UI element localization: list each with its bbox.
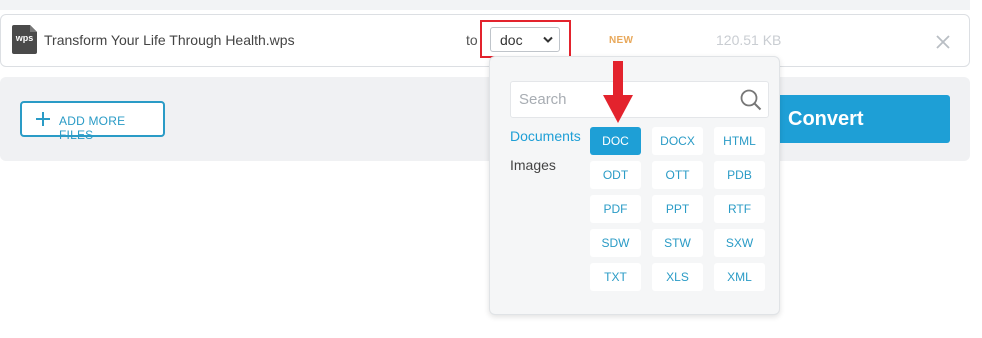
- add-more-files-label: ADD MORE FILES: [59, 114, 126, 142]
- new-badge: NEW: [609, 35, 634, 46]
- actions-panel: ADD MORE FILES Convert: [0, 77, 970, 161]
- format-option-pdf[interactable]: PDF: [590, 195, 641, 223]
- format-option-html[interactable]: HTML: [714, 127, 765, 155]
- format-select-value: doc: [500, 32, 523, 48]
- format-option-xls[interactable]: XLS: [652, 263, 703, 291]
- category-images[interactable]: Images: [510, 157, 556, 173]
- format-option-docx[interactable]: DOCX: [652, 127, 703, 155]
- format-option-doc[interactable]: DOC: [590, 127, 641, 155]
- format-dropdown: Documents Images DOC DOCX HTML ODT OTT PDB PDF…: [489, 56, 780, 315]
- format-search: [510, 81, 769, 118]
- file-size: 120.51 KB: [716, 32, 782, 48]
- top-strip: [0, 0, 970, 10]
- format-option-ppt[interactable]: PPT: [652, 195, 703, 223]
- format-option-txt[interactable]: TXT: [590, 263, 641, 291]
- convert-button[interactable]: Convert: [775, 95, 950, 143]
- wps-file-icon: wps: [12, 25, 37, 54]
- add-more-files-button[interactable]: ADD MORE FILES: [20, 101, 165, 142]
- red-arrow-annotation: [603, 61, 633, 123]
- format-option-sdw[interactable]: SDW: [590, 229, 641, 257]
- close-icon[interactable]: [936, 35, 950, 49]
- chevron-down-icon: [543, 36, 553, 43]
- convert-label: Convert: [788, 108, 864, 130]
- format-option-rtf[interactable]: RTF: [714, 195, 765, 223]
- format-option-pdb[interactable]: PDB: [714, 161, 765, 189]
- file-row: wps Transform Your Life Through Health.w…: [0, 14, 970, 67]
- format-option-sxw[interactable]: SXW: [714, 229, 765, 257]
- format-option-ott[interactable]: OTT: [652, 161, 703, 189]
- format-select[interactable]: doc: [490, 27, 560, 52]
- file-name: Transform Your Life Through Health.wps: [44, 32, 295, 48]
- category-documents[interactable]: Documents: [510, 128, 581, 144]
- plus-icon: [36, 112, 50, 126]
- format-option-xml[interactable]: XML: [714, 263, 765, 291]
- format-option-stw[interactable]: STW: [652, 229, 703, 257]
- search-icon[interactable]: [740, 89, 762, 111]
- to-label: to: [466, 32, 478, 48]
- file-icon-label: wps: [15, 33, 34, 43]
- format-option-odt[interactable]: ODT: [590, 161, 641, 189]
